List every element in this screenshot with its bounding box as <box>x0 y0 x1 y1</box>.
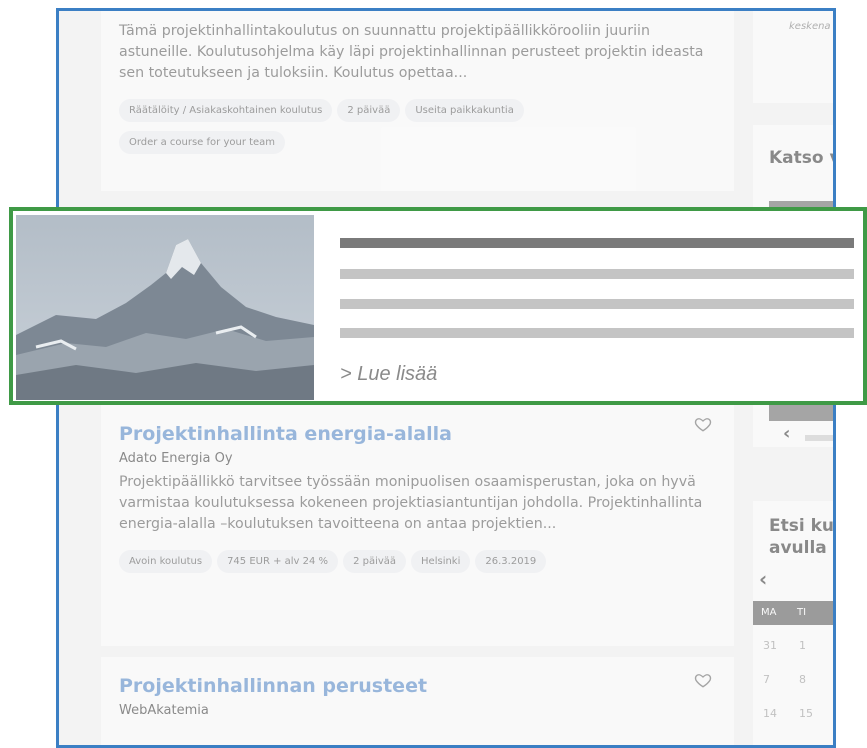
course-tags: Avoin koulutus 745 EUR + alv 24 % 2 päivää… <box>119 549 716 581</box>
tag[interactable]: 26.3.2019 <box>475 550 547 573</box>
status-text: keskena <box>789 21 831 32</box>
course-title[interactable]: Projektinhallinnan perusteet <box>119 675 716 697</box>
course-description: Projektipäällikkö tarvitsee työssään mon… <box>119 474 703 532</box>
calendar-day[interactable]: 14 <box>763 707 777 720</box>
tag[interactable]: Avoin koulutus <box>119 550 213 573</box>
overlay-course-card[interactable]: > Lue lisää <box>9 207 867 405</box>
calendar-day[interactable]: 8 <box>799 673 806 686</box>
course-organizer: Adato Energia Oy <box>119 451 233 466</box>
tag[interactable]: 2 päivää <box>337 99 401 122</box>
calendar-box: Etsi ku avulla ‹ MA TI 31 1 7 8 14 15 <box>753 501 835 745</box>
calendar-day[interactable]: 7 <box>763 673 770 686</box>
search-heading: Etsi ku avulla <box>769 516 835 558</box>
carousel-scroll[interactable] <box>805 435 833 441</box>
mountain-image <box>16 215 314 400</box>
heart-icon[interactable] <box>694 415 712 433</box>
text-placeholder <box>340 269 854 279</box>
course-card[interactable]: Tämä projektinhallintakoulutus on suunna… <box>101 11 734 191</box>
read-more-link[interactable]: > Lue lisää <box>340 363 437 386</box>
tag[interactable]: Räätälöity / Asiakaskohtainen koulutus <box>119 99 333 122</box>
calendar-day[interactable]: 31 <box>763 639 777 652</box>
calendar-day[interactable]: 1 <box>799 639 806 652</box>
course-card[interactable]: Projektinhallinta energia-alalla Adato E… <box>101 401 734 646</box>
weekday-label: MA <box>761 607 777 618</box>
heart-icon[interactable] <box>694 671 712 689</box>
title-placeholder <box>340 238 854 248</box>
course-title[interactable]: Projektinhallinta energia-alalla <box>119 423 716 445</box>
watch-heading: Katso v <box>769 148 836 168</box>
calendar-day[interactable]: 15 <box>799 707 813 720</box>
course-description: Tämä projektinhallintakoulutus on suunna… <box>119 23 704 81</box>
tag[interactable]: 745 EUR + alv 24 % <box>217 550 339 573</box>
tag[interactable]: Helsinki <box>411 550 471 573</box>
weekday-label: TI <box>797 607 807 618</box>
text-placeholder <box>340 328 854 338</box>
calendar-prev-icon[interactable]: ‹ <box>759 567 767 591</box>
course-tags: Räätälöity / Asiakaskohtainen koulutus 2 … <box>119 98 716 162</box>
status-box: keskena <box>753 11 833 103</box>
tag[interactable]: Useita paikkakuntia <box>405 99 524 122</box>
calendar-weekdays: MA TI <box>753 601 833 625</box>
carousel-prev-icon[interactable]: ‹ <box>783 423 790 444</box>
order-course-tag[interactable]: Order a course for your team <box>119 131 286 154</box>
course-card[interactable]: Projektinhallinnan perusteet WebAkatemia <box>101 657 734 745</box>
text-placeholder <box>340 299 854 309</box>
tag[interactable]: 2 päivää <box>343 550 407 573</box>
course-organizer: WebAkatemia <box>119 703 209 718</box>
